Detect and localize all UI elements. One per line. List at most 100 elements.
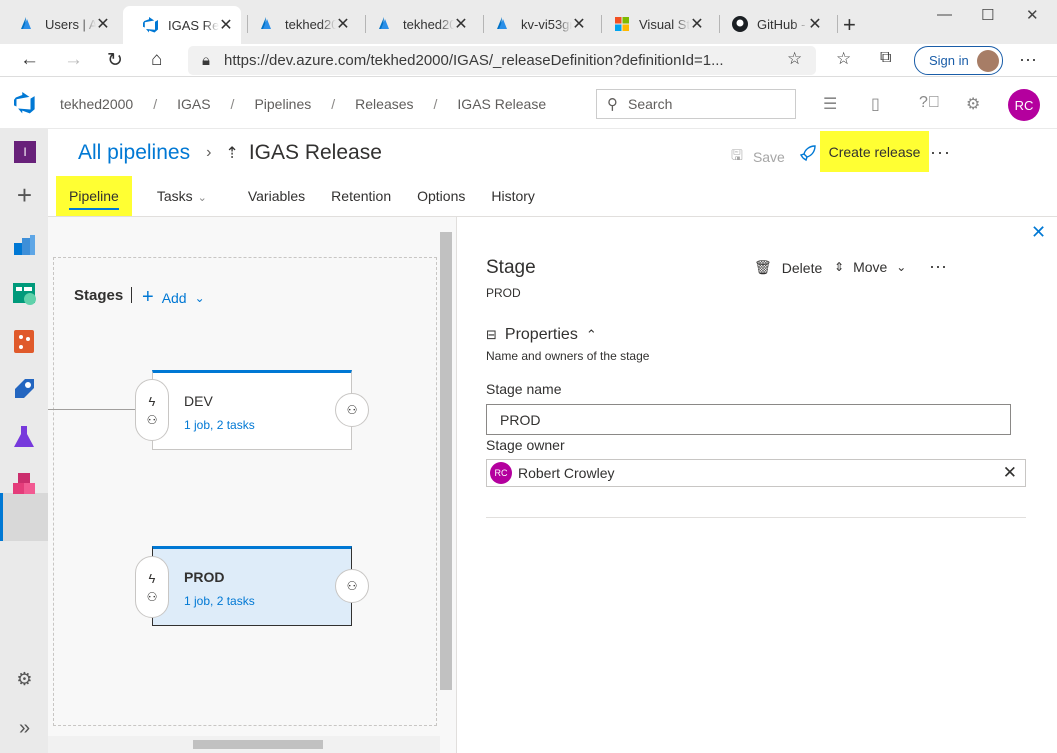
marketplace-icon[interactable]: ▯ bbox=[871, 94, 880, 114]
browser-tab-igas-release[interactable]: IGAS Release ✕ bbox=[123, 6, 241, 44]
lock-icon: 🔒︎ bbox=[202, 52, 210, 69]
browser-tab-tekhed-1[interactable]: tekhed2000 ✕ bbox=[240, 6, 358, 42]
breadcrumb-pipelines[interactable]: Pipelines bbox=[254, 96, 311, 112]
owner-avatar: RC bbox=[490, 462, 512, 484]
stage-owner-picker[interactable]: RC Robert Crowley ✕ bbox=[486, 459, 1026, 487]
browser-tab-tekhed-2[interactable]: tekhed2000 ✕ bbox=[358, 6, 476, 42]
close-panel-icon[interactable]: ✕ bbox=[1031, 222, 1046, 243]
panel-more-icon[interactable]: ··· bbox=[929, 256, 947, 277]
user-avatar[interactable]: RC bbox=[1008, 89, 1040, 121]
overview-icon[interactable] bbox=[12, 233, 37, 258]
tab-retention[interactable]: Retention bbox=[318, 176, 404, 216]
rocket-icon bbox=[799, 144, 817, 165]
close-window-button[interactable]: ✕ bbox=[1026, 6, 1039, 24]
save-button[interactable]: 🖫 Save bbox=[731, 145, 785, 169]
pipelines-icon[interactable] bbox=[12, 376, 37, 401]
breadcrumb-org[interactable]: tekhed2000 bbox=[60, 96, 133, 112]
search-icon: ⚲ bbox=[607, 96, 618, 113]
project-settings-icon[interactable]: ⚙ bbox=[12, 669, 37, 694]
browser-tab-users[interactable]: Users | All users ✕ bbox=[0, 6, 118, 42]
close-tab-icon[interactable]: ✕ bbox=[336, 14, 350, 34]
project-icon[interactable]: I bbox=[14, 141, 36, 163]
properties-section-toggle[interactable]: ⊟ Properties ⌃ bbox=[486, 326, 597, 344]
tab-variables[interactable]: Variables bbox=[235, 176, 318, 216]
pre-deployment-conditions[interactable]: ϟ ⚇ bbox=[135, 556, 169, 618]
create-release-button[interactable]: Create release bbox=[820, 131, 929, 172]
repos-icon[interactable] bbox=[12, 329, 37, 354]
collapse-nav-icon[interactable]: » bbox=[12, 717, 37, 742]
stage-owner-label: Stage owner bbox=[486, 437, 565, 453]
url-text: https://dev.azure.com/tekhed2000/IGAS/_r… bbox=[223, 52, 724, 69]
chevron-down-icon: ⌄ bbox=[197, 192, 207, 204]
user-settings-icon[interactable]: ⚙ bbox=[966, 94, 980, 114]
delete-stage-button[interactable]: 🗑︎ Delete bbox=[754, 259, 822, 276]
artifacts-icon[interactable] bbox=[12, 472, 37, 497]
address-bar[interactable]: 🔒︎ https://dev.azure.com/tekhed2000/IGAS… bbox=[188, 46, 816, 75]
azure-icon bbox=[496, 16, 512, 32]
home-icon[interactable]: ⌂ bbox=[151, 49, 162, 71]
browser-tab-visual-studio[interactable]: Visual Studio ✕ bbox=[594, 6, 712, 42]
favorite-star-icon[interactable]: ☆ bbox=[787, 49, 802, 69]
all-pipelines-link[interactable]: All pipelines bbox=[78, 141, 190, 165]
approver-icon: ⚇ bbox=[346, 403, 358, 417]
close-tab-icon[interactable]: ✕ bbox=[808, 14, 822, 34]
pre-deployment-conditions[interactable]: ϟ ⚇ bbox=[135, 379, 169, 441]
azure-devops-logo-icon[interactable] bbox=[14, 92, 36, 117]
browser-toolbar: ← → ↻ ⌂ 🔒︎ https://dev.azure.com/tekhed2… bbox=[0, 44, 1057, 77]
github-icon bbox=[732, 16, 748, 32]
test-plans-icon[interactable] bbox=[12, 425, 37, 450]
tab-history[interactable]: History bbox=[478, 176, 548, 216]
stage-tasks-link[interactable]: 1 job, 2 tasks bbox=[184, 594, 255, 608]
stage-name-input[interactable]: PROD bbox=[486, 404, 1011, 435]
chevron-right-icon: › bbox=[206, 144, 212, 161]
browser-tab-github[interactable]: GitHub - c ✕ bbox=[712, 6, 830, 42]
save-icon: 🖫 bbox=[731, 147, 743, 163]
sign-in-button[interactable]: Sign in bbox=[914, 46, 1003, 75]
close-tab-icon[interactable]: ✕ bbox=[454, 14, 468, 34]
favorites-icon[interactable]: ☆ bbox=[836, 49, 851, 69]
help-icon[interactable]: ?⃝ bbox=[919, 94, 940, 112]
close-tab-icon[interactable]: ✕ bbox=[690, 14, 704, 34]
canvas-vertical-scrollbar[interactable] bbox=[440, 232, 452, 690]
owner-name: Robert Crowley bbox=[518, 465, 615, 481]
close-tab-icon[interactable]: ✕ bbox=[219, 15, 233, 35]
add-stage-button[interactable]: + Add ⌄ bbox=[142, 286, 205, 309]
move-stage-button[interactable]: ⇕ Move ⌄ bbox=[834, 259, 906, 275]
tab-options[interactable]: Options bbox=[404, 176, 478, 216]
stage-card-dev[interactable]: DEV 1 job, 2 tasks bbox=[152, 370, 352, 450]
tab-pipeline[interactable]: Pipeline bbox=[56, 176, 132, 216]
close-tab-icon[interactable]: ✕ bbox=[96, 14, 110, 34]
work-items-icon[interactable]: ☰ bbox=[823, 94, 837, 114]
browser-tab-kv[interactable]: kv-vi53gn ✕ bbox=[476, 6, 594, 42]
ado-header: tekhed2000 / IGAS / Pipelines / Releases… bbox=[0, 78, 1057, 129]
stage-tasks-link[interactable]: 1 job, 2 tasks bbox=[184, 418, 255, 432]
post-deployment-conditions[interactable]: ⚇ bbox=[335, 569, 369, 603]
new-tab-button[interactable]: + bbox=[843, 12, 856, 38]
tab-tasks[interactable]: Tasks ⌄ bbox=[144, 176, 235, 216]
profile-avatar bbox=[976, 49, 999, 72]
search-input[interactable]: ⚲ Search bbox=[596, 89, 796, 119]
close-tab-icon[interactable]: ✕ bbox=[572, 14, 586, 34]
left-nav: I + ⚙ » bbox=[0, 129, 48, 753]
minimize-button[interactable]: — bbox=[937, 6, 952, 23]
boards-icon[interactable] bbox=[12, 281, 37, 306]
forward-button[interactable]: → bbox=[64, 49, 83, 71]
refresh-icon[interactable]: ↻ bbox=[107, 49, 123, 72]
more-actions-icon[interactable]: ··· bbox=[930, 142, 951, 163]
add-icon[interactable]: + bbox=[12, 182, 37, 208]
breadcrumb-release[interactable]: IGAS Release bbox=[457, 96, 546, 112]
maximize-button[interactable]: ☐ bbox=[981, 6, 994, 24]
post-deployment-conditions[interactable]: ⚇ bbox=[335, 393, 369, 427]
stage-card-prod[interactable]: PROD 1 job, 2 tasks bbox=[152, 546, 352, 626]
trash-icon: 🗑︎ bbox=[754, 259, 772, 275]
breadcrumb-project[interactable]: IGAS bbox=[177, 96, 210, 112]
panel-title: Stage bbox=[486, 257, 536, 278]
remove-owner-icon[interactable]: ✕ bbox=[1003, 463, 1017, 483]
collections-icon[interactable]: ⧉ bbox=[880, 49, 891, 67]
microsoft-icon bbox=[614, 16, 630, 32]
breadcrumb: tekhed2000 / IGAS / Pipelines / Releases… bbox=[60, 96, 547, 112]
more-icon[interactable]: ··· bbox=[1019, 49, 1037, 70]
horizontal-scroll-thumb[interactable] bbox=[193, 740, 323, 749]
back-button[interactable]: ← bbox=[20, 49, 39, 71]
breadcrumb-releases[interactable]: Releases bbox=[355, 96, 413, 112]
